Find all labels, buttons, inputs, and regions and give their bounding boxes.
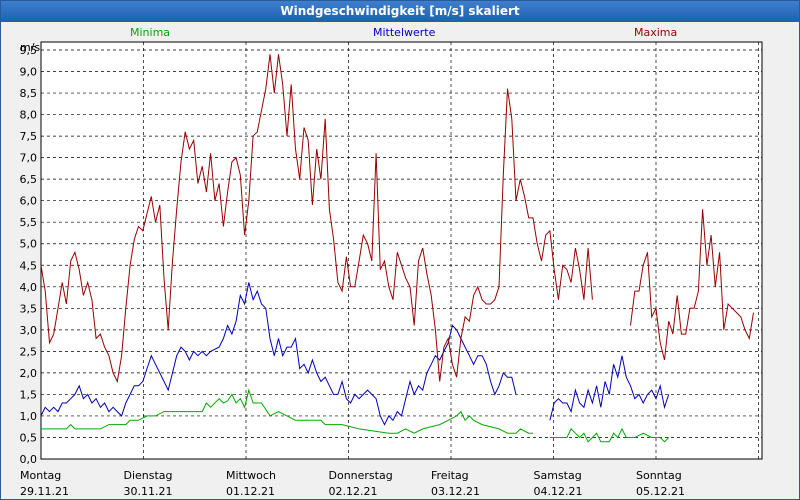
x-date-label: 02.12.21	[329, 485, 378, 498]
x-date-label: 30.11.21	[124, 485, 173, 498]
x-day-label: Montag	[20, 469, 61, 482]
y-tick-label: 2,5	[20, 345, 38, 358]
y-tick-label: 3,5	[20, 302, 38, 315]
y-tick-label: 6,5	[20, 173, 38, 186]
y-tick-label: 8,0	[20, 109, 38, 122]
y-tick-label: 0,5	[20, 431, 38, 444]
x-day-label: Sonntag	[636, 469, 682, 482]
y-tick-label: 9,0	[20, 66, 38, 79]
wind-speed-chart: 0,0 0,5 1,0 1,5 2,0 2,5 3,0 3,5 4,0 4,5 5,0 5,5 6,0 6…	[20, 41, 763, 498]
x-day-label: Dienstag	[124, 469, 173, 482]
x-date-label: 05.12.21	[636, 485, 685, 498]
y-tick-label: 7,5	[20, 130, 38, 143]
y-tick-label: 7,0	[20, 152, 38, 165]
x-day-label: Donnerstag	[329, 469, 393, 482]
y-tick-label: 1,0	[20, 410, 38, 423]
y-tick-label: 3,0	[20, 324, 38, 337]
y-tick-label: 0,0	[20, 453, 38, 466]
plot-area	[40, 41, 763, 460]
y-tick-label: 4,0	[20, 281, 38, 294]
x-day-label: Freitag	[431, 469, 469, 482]
y-tick-label: 6,0	[20, 195, 38, 208]
y-tick-label: 5,5	[20, 216, 38, 229]
y-tick-label: 2,0	[20, 367, 38, 380]
y-axis-unit: m/s	[20, 41, 40, 54]
x-date-label: 29.11.21	[20, 485, 69, 498]
x-date-label: 04.12.21	[534, 485, 583, 498]
y-tick-label: 5,0	[20, 238, 38, 251]
x-date-label: 01.12.21	[226, 485, 275, 498]
y-tick-label: 1,5	[20, 388, 38, 401]
x-date-label: 03.12.21	[431, 485, 480, 498]
y-tick-label: 8,5	[20, 87, 38, 100]
y-tick-label: 4,5	[20, 259, 38, 272]
x-day-label: Mittwoch	[226, 469, 276, 482]
x-day-label: Samstag	[534, 469, 582, 482]
